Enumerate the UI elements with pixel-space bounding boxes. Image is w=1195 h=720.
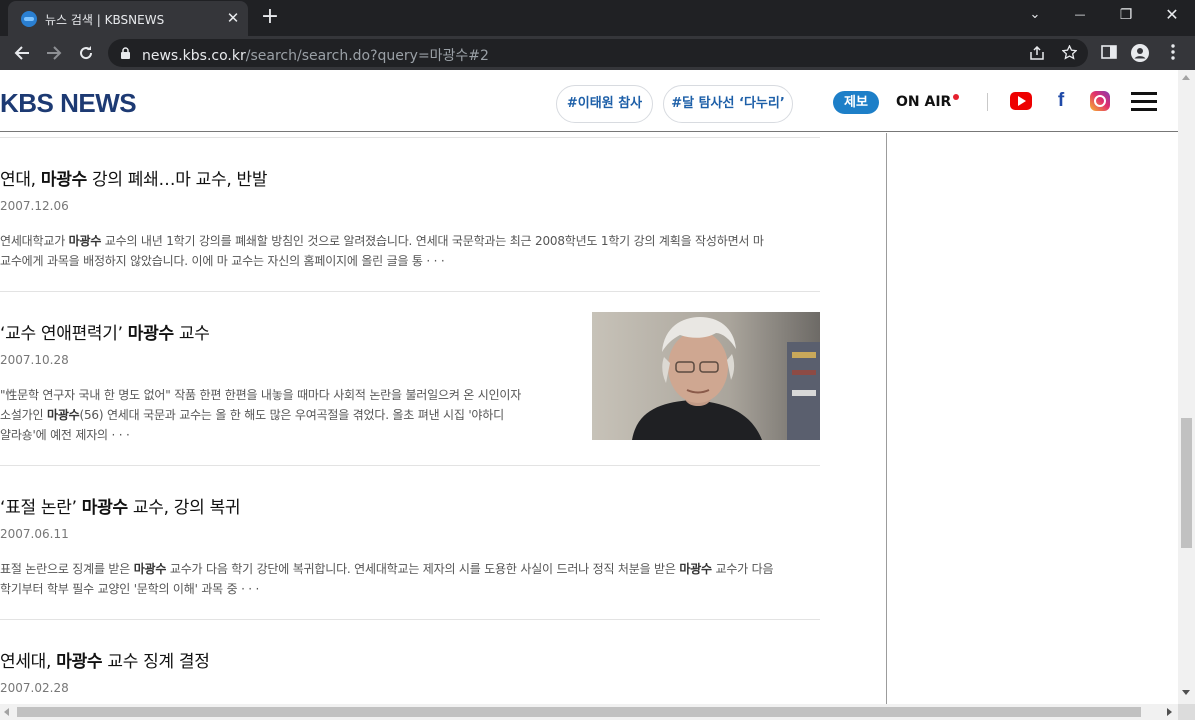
article-title-text: 연세대, bbox=[0, 652, 57, 672]
tab-title: 뉴스 검색 | KBSNEWS bbox=[45, 13, 165, 27]
article-item[interactable]: 연대, 마광수 강의 폐쇄…마 교수, 반발 2007.12.06 연세대학교가… bbox=[0, 138, 820, 292]
hashtag-itaewon[interactable]: #이태원 참사 bbox=[556, 85, 653, 123]
profile-avatar-icon[interactable] bbox=[1131, 44, 1149, 62]
url-host: news.kbs.co.kr bbox=[142, 48, 246, 64]
article-date: 2007.02.28 bbox=[0, 681, 69, 695]
article-item[interactable]: ‘표절 논란’ 마광수 교수, 강의 복귀 2007.06.11 표절 논란으로… bbox=[0, 466, 820, 620]
article-title-text: 연대, bbox=[0, 170, 41, 190]
forward-arrow-icon bbox=[47, 46, 62, 60]
article-thumbnail[interactable] bbox=[592, 312, 820, 440]
article-summary: 표절 논란으로 징계를 받은 마광수 교수가 다음 학기 강단에 복귀합니다. … bbox=[0, 562, 774, 596]
hashtag-danuri[interactable]: #달 탐사선 ‘다누리’ bbox=[663, 85, 793, 123]
scroll-left-icon[interactable] bbox=[4, 708, 9, 716]
forward-button[interactable] bbox=[40, 39, 68, 67]
share-icon[interactable] bbox=[1027, 43, 1047, 63]
browser-toolbar: news.kbs.co.kr/search/search.do?query=마광… bbox=[0, 36, 1195, 70]
kbs-favicon-icon bbox=[21, 11, 37, 27]
url-path: /search/search.do?query=마광수#2 bbox=[245, 48, 489, 64]
article-date: 2007.06.11 bbox=[0, 527, 69, 541]
search-highlight: 마광수 bbox=[56, 652, 103, 672]
search-highlight: 마광수 bbox=[40, 170, 87, 190]
scrollbar-corner bbox=[1178, 704, 1195, 720]
url-text: news.kbs.co.kr/search/search.do?query=마광… bbox=[142, 45, 489, 65]
scroll-down-icon[interactable] bbox=[1182, 690, 1190, 695]
browser-tabstrip: 뉴스 검색 | KBSNEWS ✕ + ⌄ — ❐ ✕ bbox=[0, 0, 1195, 36]
portrait-photo bbox=[592, 312, 820, 440]
sidebar-divider bbox=[886, 133, 887, 704]
jebo-button[interactable]: 제보 bbox=[833, 91, 879, 114]
bookmark-star-icon[interactable] bbox=[1059, 43, 1079, 63]
close-window-button[interactable]: ✕ bbox=[1158, 4, 1186, 26]
article-title-text: 교수, 강의 복귀 bbox=[127, 498, 241, 518]
new-tab-button[interactable]: + bbox=[258, 5, 282, 29]
reload-button[interactable] bbox=[72, 39, 100, 67]
reload-icon bbox=[80, 46, 93, 60]
article-title[interactable]: 연대, 마광수 강의 폐쇄…마 교수, 반발 bbox=[0, 165, 268, 190]
search-results: 연대, 마광수 강의 폐쇄…마 교수, 반발 2007.12.06 연세대학교가… bbox=[0, 133, 1178, 704]
scroll-up-icon[interactable] bbox=[1182, 75, 1190, 80]
article-title-text: 교수 징계 결정 bbox=[102, 652, 210, 672]
restore-button[interactable]: ❐ bbox=[1112, 4, 1140, 26]
back-button[interactable] bbox=[8, 39, 36, 67]
minimize-button[interactable]: — bbox=[1066, 4, 1094, 26]
vertical-scrollbar[interactable] bbox=[1178, 70, 1195, 704]
hamburger-menu-icon[interactable] bbox=[1131, 92, 1157, 112]
article-title[interactable]: ‘표절 논란’ 마광수 교수, 강의 복귀 bbox=[0, 493, 241, 518]
youtube-icon[interactable] bbox=[1010, 92, 1032, 110]
article-title[interactable]: ‘교수 연애편력기’ 마광수 교수 bbox=[0, 319, 210, 344]
article-summary: "性문학 연구자 국내 한 명도 없어" 작품 한편 한편을 내놓을 때마다 사… bbox=[0, 388, 522, 442]
vertical-scroll-thumb[interactable] bbox=[1181, 418, 1192, 548]
article-date: 2007.10.28 bbox=[0, 353, 69, 367]
article-item[interactable]: ‘교수 연애편력기’ 마광수 교수 2007.10.28 "性문학 연구자 국내… bbox=[0, 292, 820, 466]
address-bar[interactable]: news.kbs.co.kr/search/search.do?query=마광… bbox=[108, 39, 1088, 67]
browser-menu-icon[interactable] bbox=[1164, 44, 1182, 62]
article-item[interactable]: 연세대, 마광수 교수 징계 결정 2007.02.28 bbox=[0, 620, 820, 704]
search-highlight: 마광수 bbox=[127, 324, 174, 344]
article-title-text: 교수 bbox=[173, 324, 210, 344]
tab-close-icon[interactable]: ✕ bbox=[224, 9, 242, 27]
tab-search-dropdown-icon[interactable]: ⌄ bbox=[1021, 4, 1049, 26]
header-divider bbox=[987, 93, 988, 111]
article-date: 2007.12.06 bbox=[0, 199, 69, 213]
search-highlight: 마광수 bbox=[81, 498, 128, 518]
browser-tab[interactable]: 뉴스 검색 | KBSNEWS ✕ bbox=[8, 1, 248, 36]
horizontal-scrollbar[interactable] bbox=[0, 704, 1178, 720]
back-arrow-icon bbox=[14, 46, 29, 60]
article-title[interactable]: 연세대, 마광수 교수 징계 결정 bbox=[0, 647, 210, 672]
article-summary: 연세대학교가 마광수 교수의 내년 1학기 강의를 폐쇄할 방침인 것으로 알려… bbox=[0, 234, 764, 268]
horizontal-scroll-thumb[interactable] bbox=[17, 707, 1141, 717]
article-title-text: ‘교수 연애편력기’ bbox=[0, 324, 128, 344]
article-title-text: ‘표절 논란’ bbox=[0, 498, 82, 518]
instagram-icon[interactable] bbox=[1090, 91, 1110, 111]
side-panel-icon[interactable] bbox=[1100, 44, 1118, 62]
facebook-icon[interactable]: f bbox=[1050, 91, 1072, 110]
scroll-right-icon[interactable] bbox=[1167, 708, 1172, 716]
live-dot-icon bbox=[953, 94, 959, 100]
article-title-text: 강의 폐쇄…마 교수, 반발 bbox=[86, 170, 268, 190]
site-header: KBS NEWS #이태원 참사 #달 탐사선 ‘다누리’ 제보 ON AIR … bbox=[0, 70, 1178, 132]
lock-icon bbox=[121, 47, 130, 59]
onair-link[interactable]: ON AIR bbox=[896, 94, 951, 110]
kbs-news-logo[interactable]: KBS NEWS bbox=[0, 88, 137, 119]
